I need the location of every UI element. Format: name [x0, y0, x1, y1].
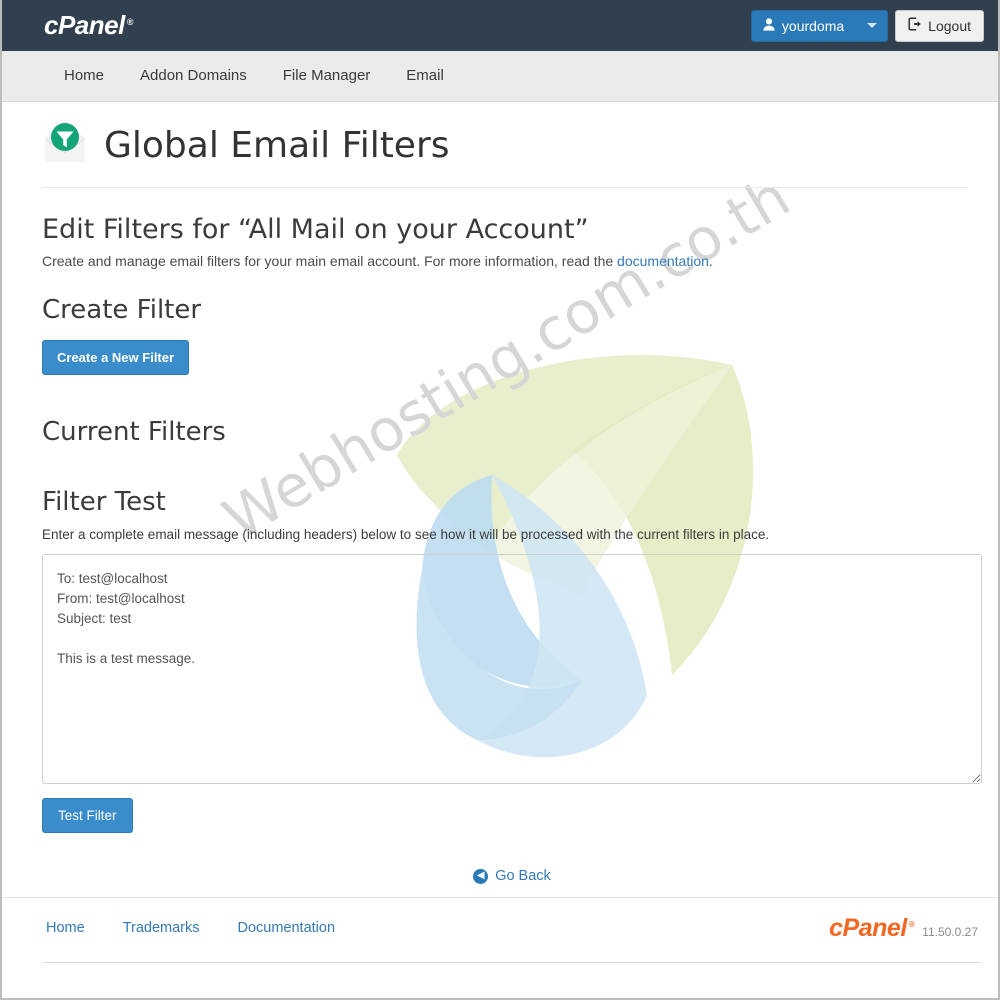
- version-label: 11.50.0.27: [922, 924, 978, 939]
- footer-registered-mark: ®: [908, 919, 915, 929]
- footer-brand: cPanel ® 11.50.0.27: [829, 914, 978, 943]
- create-filter-heading: Create Filter: [42, 295, 202, 325]
- main-nav: Home Addon Domains File Manager Email: [2, 51, 998, 102]
- documentation-link[interactable]: documentation: [617, 253, 709, 269]
- page-description: Create and manage email filters for your…: [42, 253, 978, 269]
- page-description-text: Create and manage email filters for your…: [42, 253, 618, 269]
- nav-item-email[interactable]: Email: [388, 51, 462, 101]
- test-filter-button[interactable]: Test Filter: [42, 798, 133, 833]
- logout-icon: [908, 17, 922, 34]
- user-icon: [763, 17, 775, 34]
- footer-logo-text: cPanel: [829, 913, 907, 942]
- go-back-container: ◀ Go Back: [42, 865, 982, 884]
- page-description-end: .: [708, 253, 713, 269]
- email-message-input[interactable]: [42, 554, 982, 784]
- edit-filters-heading: Edit Filters for “All Mail on your Accou…: [42, 214, 589, 245]
- cpanel-logo-text: cPanel: [44, 10, 125, 40]
- footer-link-home[interactable]: Home: [46, 920, 85, 936]
- logout-button[interactable]: Logout: [895, 9, 984, 42]
- nav-item-file-manager[interactable]: File Manager: [265, 51, 389, 101]
- header-divider: [42, 187, 968, 188]
- footer-cpanel-logo: cPanel ®: [829, 913, 915, 943]
- footer-link-trademarks[interactable]: Trademarks: [123, 920, 200, 936]
- user-menu-label: yourdoma: [781, 17, 845, 34]
- user-menu-button[interactable]: yourdoma: [750, 9, 889, 42]
- page-header: Global Email Filters: [42, 102, 978, 171]
- page-title: Global Email Filters: [104, 125, 450, 166]
- filter-test-description: Enter a complete email message (includin…: [42, 527, 770, 542]
- page-content: Global Email Filters Edit Filters for “A…: [2, 102, 998, 884]
- page-footer: Home Trademarks Documentation cPanel ® 11…: [2, 898, 998, 958]
- create-new-filter-button[interactable]: Create a New Filter: [42, 340, 190, 375]
- cpanel-page: cPanel ® yourdoma Logout Home Addon Domai…: [0, 0, 1000, 1000]
- circle-arrow-left-icon: ◀: [473, 868, 489, 884]
- top-bar-actions: yourdoma Logout: [750, 9, 984, 42]
- top-bar: cPanel ® yourdoma Logout: [2, 0, 998, 51]
- footer-link-documentation[interactable]: Documentation: [238, 920, 336, 936]
- nav-item-home[interactable]: Home: [46, 51, 122, 101]
- logout-label: Logout: [928, 17, 971, 34]
- go-back-label: Go Back: [495, 868, 551, 884]
- registered-mark: ®: [126, 17, 134, 27]
- cpanel-logo[interactable]: cPanel ®: [44, 10, 133, 41]
- nav-item-addon-domains[interactable]: Addon Domains: [122, 51, 265, 101]
- go-back-link[interactable]: ◀ Go Back: [473, 868, 551, 884]
- chevron-down-icon: [867, 23, 878, 28]
- bottom-divider: [44, 962, 980, 963]
- email-filter-icon: [42, 120, 88, 171]
- current-filters-heading: Current Filters: [42, 417, 226, 447]
- filter-test-heading: Filter Test: [42, 487, 166, 517]
